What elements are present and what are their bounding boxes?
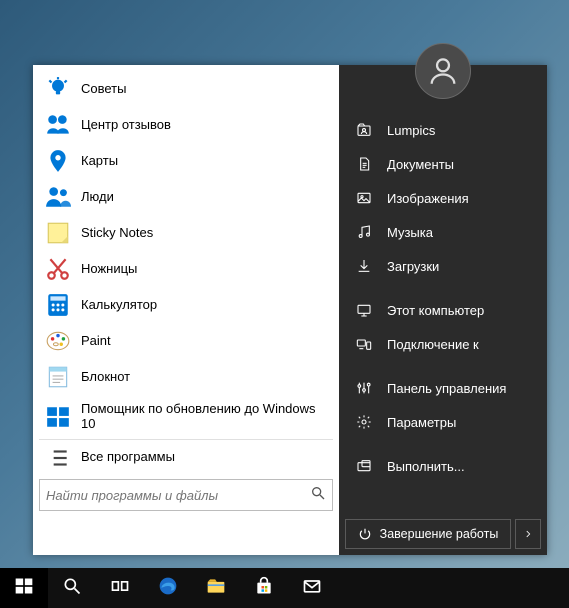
update-icon — [45, 404, 71, 430]
shutdown-button[interactable]: Завершение работы — [345, 519, 511, 549]
gap — [343, 283, 543, 293]
taskview-icon — [110, 576, 130, 601]
right-label: Выполнить... — [387, 459, 465, 474]
taskbar-mail-button[interactable] — [288, 568, 336, 608]
user-folder-icon — [353, 122, 375, 138]
notepad-icon — [45, 364, 71, 390]
taskbar — [0, 568, 569, 608]
app-maps[interactable]: Карты — [39, 143, 333, 179]
right-list: Lumpics Документы Изображения Музыка Загрузк… — [339, 113, 547, 513]
gap — [343, 439, 543, 449]
win-icon — [14, 576, 34, 601]
snip-icon — [45, 256, 71, 282]
shutdown-label: Завершение работы — [380, 527, 499, 541]
right-item-user-folder[interactable]: Lumpics — [343, 113, 543, 147]
right-item-connect[interactable]: Подключение к — [343, 327, 543, 361]
music-icon — [353, 224, 375, 240]
connect-icon — [353, 336, 375, 352]
right-item-settings[interactable]: Параметры — [343, 405, 543, 439]
start-left-panel: Советы Центр отзывов Карты Люди Sticky Notes… — [33, 65, 339, 555]
right-label: Параметры — [387, 415, 456, 430]
all-programs-row[interactable]: Все программы — [39, 439, 333, 475]
search-box[interactable] — [39, 479, 333, 511]
avatar-container — [339, 37, 547, 113]
right-label: Lumpics — [387, 123, 435, 138]
pictures-icon — [353, 190, 375, 206]
desktop: Советы Центр отзывов Карты Люди Sticky Notes… — [0, 0, 569, 608]
taskbar-start-button[interactable] — [0, 568, 48, 608]
user-avatar[interactable] — [415, 43, 471, 99]
feedback-icon — [45, 112, 71, 138]
app-list: Советы Центр отзывов Карты Люди Sticky Notes… — [39, 71, 333, 439]
maps-icon — [45, 148, 71, 174]
documents-icon — [353, 156, 375, 172]
all-programs-label: Все программы — [81, 450, 175, 465]
app-label: Ножницы — [81, 262, 137, 277]
explorer-icon — [206, 576, 226, 601]
app-label: Люди — [81, 190, 114, 205]
right-label: Изображения — [387, 191, 469, 206]
lightbulb-icon — [45, 76, 71, 102]
calc-icon — [45, 292, 71, 318]
app-label: Центр отзывов — [81, 118, 171, 133]
app-notepad[interactable]: Блокнот — [39, 359, 333, 395]
right-item-documents[interactable]: Документы — [343, 147, 543, 181]
right-label: Документы — [387, 157, 454, 172]
app-lightbulb[interactable]: Советы — [39, 71, 333, 107]
mail-icon — [302, 576, 322, 601]
right-item-music[interactable]: Музыка — [343, 215, 543, 249]
app-calc[interactable]: Калькулятор — [39, 287, 333, 323]
app-label: Блокнот — [81, 370, 130, 385]
right-label: Музыка — [387, 225, 433, 240]
run-icon — [353, 458, 375, 474]
app-label: Советы — [81, 82, 126, 97]
app-people[interactable]: Люди — [39, 179, 333, 215]
people-icon — [45, 184, 71, 210]
app-label: Калькулятор — [81, 298, 157, 313]
app-update[interactable]: Помощник по обновлению до Windows 10 — [39, 395, 333, 439]
shutdown-row: Завершение работы — [339, 513, 547, 555]
taskbar-search-button[interactable] — [48, 568, 96, 608]
downloads-icon — [353, 258, 375, 274]
gap — [343, 361, 543, 371]
app-label: Sticky Notes — [81, 226, 153, 241]
right-item-control-panel[interactable]: Панель управления — [343, 371, 543, 405]
app-label: Помощник по обновлению до Windows 10 — [81, 402, 327, 432]
app-sticky[interactable]: Sticky Notes — [39, 215, 333, 251]
right-label: Панель управления — [387, 381, 506, 396]
settings-icon — [353, 414, 375, 430]
sticky-icon — [45, 220, 71, 246]
list-icon — [45, 445, 71, 471]
app-snip[interactable]: Ножницы — [39, 251, 333, 287]
right-item-downloads[interactable]: Загрузки — [343, 249, 543, 283]
chevron-right-icon — [523, 529, 533, 539]
computer-icon — [353, 302, 375, 318]
app-paint[interactable]: Paint — [39, 323, 333, 359]
start-right-panel: Lumpics Документы Изображения Музыка Загрузк… — [339, 65, 547, 555]
start-menu: Советы Центр отзывов Карты Люди Sticky Notes… — [33, 65, 547, 555]
right-item-computer[interactable]: Этот компьютер — [343, 293, 543, 327]
shutdown-options-button[interactable] — [515, 519, 541, 549]
taskbar-task-view-button[interactable] — [96, 568, 144, 608]
taskbar-store-button[interactable] — [240, 568, 288, 608]
search-input[interactable] — [46, 488, 310, 503]
right-label: Этот компьютер — [387, 303, 484, 318]
search-icon — [310, 485, 326, 506]
app-label: Paint — [81, 334, 111, 349]
right-label: Подключение к — [387, 337, 479, 352]
right-item-run[interactable]: Выполнить... — [343, 449, 543, 483]
edge-icon — [158, 576, 178, 601]
taskbar-edge-button[interactable] — [144, 568, 192, 608]
right-label: Загрузки — [387, 259, 439, 274]
paint-icon — [45, 328, 71, 354]
search-icon — [62, 576, 82, 601]
store-icon — [254, 576, 274, 601]
app-label: Карты — [81, 154, 118, 169]
app-feedback[interactable]: Центр отзывов — [39, 107, 333, 143]
control-panel-icon — [353, 380, 375, 396]
taskbar-explorer-button[interactable] — [192, 568, 240, 608]
power-icon — [358, 527, 372, 541]
right-item-pictures[interactable]: Изображения — [343, 181, 543, 215]
